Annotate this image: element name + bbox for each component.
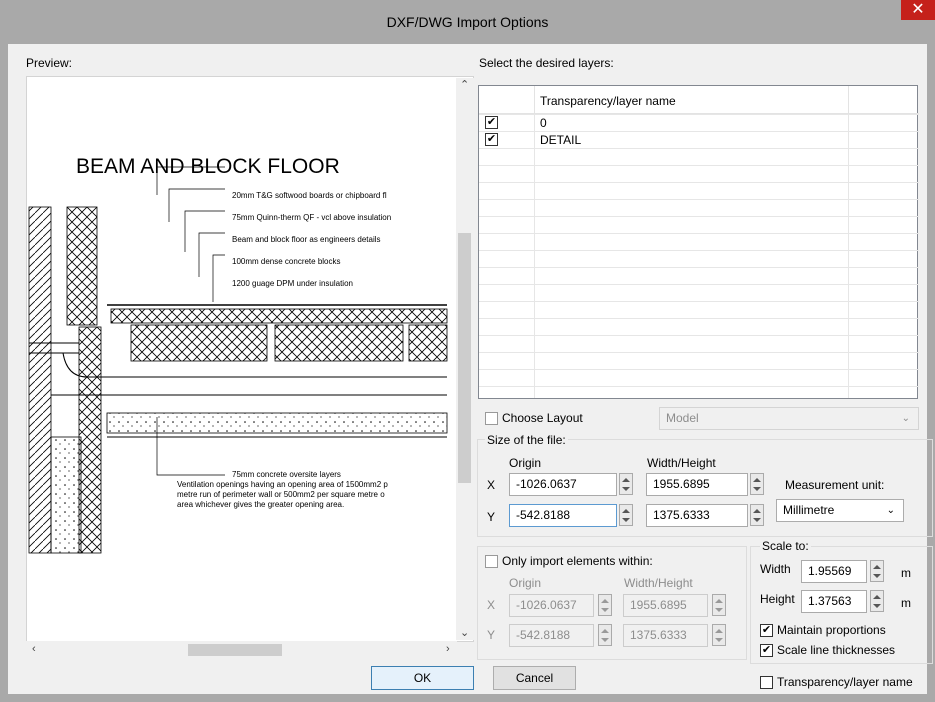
layout-select[interactable]: Model ⌄ [659,407,919,430]
measurement-unit-value: Millimetre [783,503,835,517]
within-origin-x-input[interactable]: -1026.0637 [509,594,594,617]
scale-line-thickness-label: Scale line thicknesses [777,643,896,657]
origin-y-input[interactable]: -542.8188 [509,504,617,527]
vertical-scroll-thumb[interactable] [458,233,471,483]
within-height-spinner[interactable] [712,624,726,646]
scroll-up-icon[interactable]: ⌃ [460,78,469,91]
scale-height-spinner[interactable] [870,590,884,612]
file-size-label: Size of the file: [485,433,568,447]
dialog-body: Preview: BEAM AND BLOCK FLOOR 20mm T&G s… [8,44,933,694]
within-height-input[interactable]: 1375.6333 [623,624,708,647]
within-origin-y-input[interactable]: -542.8188 [509,624,594,647]
scroll-right-icon[interactable]: › [446,643,450,655]
window-title: DXF/DWG Import Options [386,14,549,30]
x-label: X [487,478,496,492]
height-spinner[interactable] [750,504,764,526]
chevron-down-icon: ⌄ [901,413,910,424]
horizontal-scroll-thumb[interactable] [188,644,282,656]
measurement-unit-select[interactable]: Millimetre ⌄ [776,499,904,522]
layer-row-checkbox[interactable]: ✔ [485,116,498,129]
annotation-5: 1200 guage DPM under insulation [232,279,353,288]
preview-label: Preview: [26,56,73,70]
layers-table[interactable]: Transparency/layer name ✔ 0 ✔ DETAIL [478,85,919,399]
within-width-input[interactable]: 1955.6895 [623,594,708,617]
note-line-2: Ventilation openings having an opening a… [177,480,388,489]
choose-layout-label: Choose Layout [502,411,583,425]
origin-y-spinner[interactable] [619,504,633,526]
layer-row[interactable]: ✔ DETAIL [479,131,919,148]
layer-name: DETAIL [540,133,582,147]
height-input[interactable]: 1375.6333 [646,504,748,527]
scale-width-unit: m [901,566,911,580]
close-button[interactable]: ✕ [901,0,935,20]
scale-width-input[interactable]: 1.95569 [801,560,867,583]
layer-row[interactable]: ✔ 0 [479,114,919,131]
layout-select-value: Model [666,411,699,425]
width-spinner[interactable] [750,473,764,495]
scale-height-label: Height [760,592,795,606]
annotation-1: 20mm T&G softwood boards or chipboard fl [232,191,387,200]
within-width-spinner[interactable] [712,594,726,616]
y-label: Y [487,510,496,524]
within-y-label: Y [487,628,496,642]
annotation-2: 75mm Quinn-therm QF - vcl above insulati… [232,213,391,222]
title-bar[interactable]: DXF/DWG Import Options ✕ [0,0,935,44]
width-input[interactable]: 1955.6895 [646,473,748,496]
preview-canvas: BEAM AND BLOCK FLOOR 20mm T&G softwood b… [26,76,474,642]
note-line-1: 75mm concrete oversite layers [232,470,341,479]
scale-width-label: Width [760,562,791,576]
scale-line-thickness-checkbox[interactable]: ✔ [760,644,773,657]
header-empty-column [849,86,919,114]
origin-x-input[interactable]: -1026.0637 [509,473,617,496]
drawing-preview: BEAM AND BLOCK FLOOR 20mm T&G softwood b… [28,155,448,554]
maintain-proportions-checkbox[interactable]: ✔ [760,624,773,637]
transparency-layer-name-label: Transparency/layer name [777,675,913,689]
dialog-window: DXF/DWG Import Options ✕ Preview: BEAM A… [0,0,935,702]
maintain-proportions-label: Maintain proportions [777,623,886,637]
within-origin-x-spinner[interactable] [598,594,612,616]
empty-grid-rows [479,114,919,398]
chevron-down-icon: ⌄ [886,505,895,516]
scale-width-spinner[interactable] [870,560,884,582]
choose-layout-checkbox[interactable] [485,412,498,425]
width-height-header: Width/Height [647,456,716,470]
measurement-unit-label: Measurement unit: [785,478,885,492]
scale-height-unit: m [901,596,911,610]
layers-label: Select the desired layers: [479,56,614,70]
scroll-left-icon[interactable]: ‹ [32,643,36,655]
transparency-layer-name-checkbox[interactable] [760,676,773,689]
layer-name: 0 [540,116,547,130]
scale-height-input[interactable]: 1.37563 [801,590,867,613]
scroll-down-icon[interactable]: ⌄ [460,626,469,639]
drawing-title: BEAM AND BLOCK FLOOR [76,155,340,178]
preview-horizontal-scrollbar[interactable]: ‹ › [26,641,457,659]
column-header[interactable]: Transparency/layer name [535,86,849,114]
note-line-4: area whichever gives the greater opening… [177,500,344,509]
import-within-label: Only import elements within: [502,554,653,568]
within-x-label: X [487,598,496,612]
layer-row-checkbox[interactable]: ✔ [485,133,498,146]
within-origin-header: Origin [509,576,542,590]
cancel-button[interactable]: Cancel [493,666,576,690]
import-within-checkbox[interactable] [485,555,498,568]
within-origin-y-spinner[interactable] [598,624,612,646]
scale-to-label: Scale to: [760,539,811,553]
origin-x-spinner[interactable] [619,473,633,495]
annotation-3: Beam and block floor as engineers detail… [232,235,381,244]
annotation-4: 100mm dense concrete blocks [232,257,341,266]
within-width-height-header: Width/Height [624,576,693,590]
preview-vertical-scrollbar[interactable]: ⌃ ⌄ [456,78,475,640]
origin-header: Origin [509,456,542,470]
header-check-column [479,86,535,114]
note-line-3: metre run of perimeter wall or 500mm2 pe… [177,490,385,499]
ok-button[interactable]: OK [371,666,474,690]
